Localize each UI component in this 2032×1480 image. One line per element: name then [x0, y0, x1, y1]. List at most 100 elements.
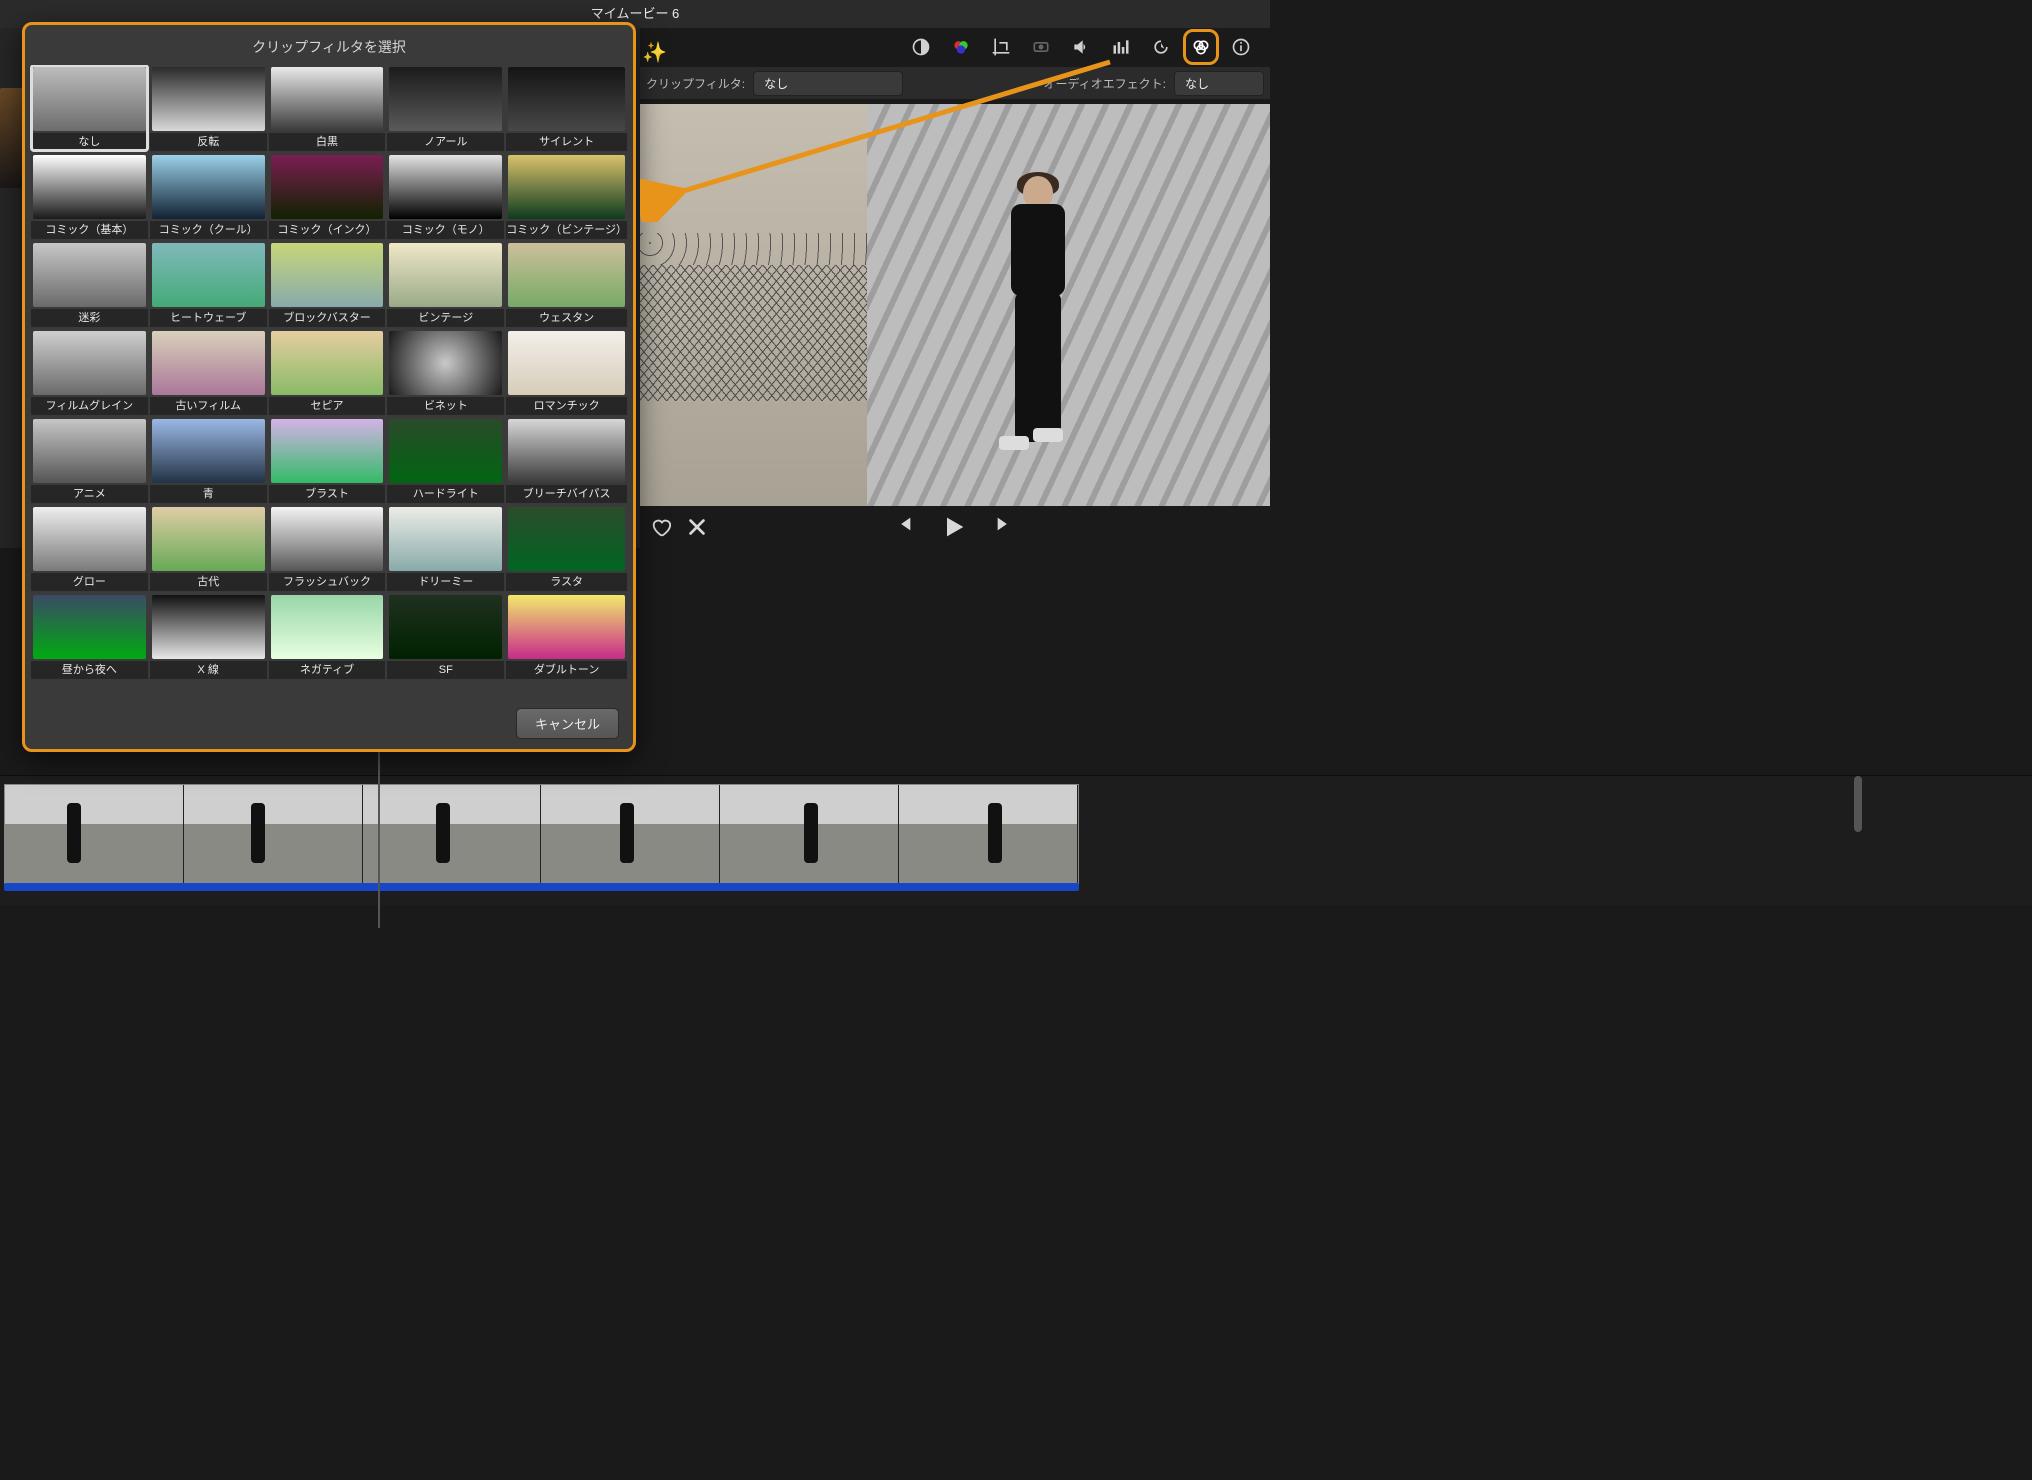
- filter-label: 古代: [150, 573, 267, 591]
- timeline-clip[interactable]: [4, 784, 1079, 884]
- filter-ラスタ[interactable]: ラスタ: [506, 505, 627, 591]
- filter-thumb: [389, 155, 502, 219]
- filter-セピア[interactable]: セピア: [269, 329, 386, 415]
- magic-wand-icon[interactable]: ✨: [642, 40, 667, 65]
- filter-フラッシュバック[interactable]: フラッシュバック: [269, 505, 386, 591]
- filter-ハードライト[interactable]: ハードライト: [387, 417, 504, 503]
- filter-label: コミック（クール）: [150, 221, 267, 239]
- inspector-values-row: クリップフィルタ: なし オーディオエフェクト: なし: [640, 66, 1270, 100]
- filter-古いフィルム[interactable]: 古いフィルム: [150, 329, 267, 415]
- timeline[interactable]: [0, 775, 2032, 905]
- filter-thumb: [389, 67, 502, 131]
- filter-ウェスタン[interactable]: ウェスタン: [506, 241, 627, 327]
- filter-反転[interactable]: 反転: [150, 65, 267, 151]
- popover-title: クリップフィルタを選択: [25, 25, 633, 65]
- filter-コミック（ビンテージ）[interactable]: コミック（ビンテージ）: [506, 153, 627, 239]
- filter-thumb: [152, 67, 265, 131]
- filter-label: ブロックバスター: [269, 309, 386, 327]
- filter-コミック（基本）[interactable]: コミック（基本）: [31, 153, 148, 239]
- filter-昼から夜へ[interactable]: 昼から夜へ: [31, 593, 148, 679]
- prev-frame-icon[interactable]: [892, 513, 914, 535]
- play-icon[interactable]: [940, 513, 968, 541]
- filter-label: ビネット: [387, 397, 504, 415]
- filter-label: コミック（モノ）: [387, 221, 504, 239]
- inspector-toolbar: [640, 28, 1270, 66]
- filter-サイレント[interactable]: サイレント: [506, 65, 627, 151]
- filter-label: フラッシュバック: [269, 573, 386, 591]
- filter-青[interactable]: 青: [150, 417, 267, 503]
- filter-grid: なし反転白黒ノアールサイレントコミック（基本）コミック（クール）コミック（インク…: [25, 65, 633, 698]
- favorite-icon[interactable]: [650, 516, 672, 538]
- filter-thumb: [389, 419, 502, 483]
- speed-icon[interactable]: [1150, 36, 1172, 58]
- timeline-scroll-thumb[interactable]: [1854, 776, 1862, 832]
- filter-thumb: [508, 155, 625, 219]
- reject-icon[interactable]: [686, 516, 708, 538]
- filter-フィルムグレイン[interactable]: フィルムグレイン: [31, 329, 148, 415]
- filter-白黒[interactable]: 白黒: [269, 65, 386, 151]
- preview-viewer[interactable]: [640, 104, 1270, 506]
- clip-filter-icon[interactable]: [1190, 36, 1212, 58]
- filter-label: ノアール: [387, 133, 504, 151]
- equalizer-icon[interactable]: [1110, 36, 1132, 58]
- filter-ブラスト[interactable]: ブラスト: [269, 417, 386, 503]
- preview-frame: [640, 104, 1270, 506]
- filter-thumb: [33, 155, 146, 219]
- filter-ダブルトーン[interactable]: ダブルトーン: [506, 593, 627, 679]
- color-correction-icon[interactable]: [950, 36, 972, 58]
- filter-ドリーミー[interactable]: ドリーミー: [387, 505, 504, 591]
- stabilize-icon[interactable]: [1030, 36, 1052, 58]
- filter-label: サイレント: [506, 133, 627, 151]
- color-balance-icon[interactable]: [910, 36, 932, 58]
- timeline-frame: [5, 785, 184, 883]
- filter-ブリーチバイパス[interactable]: ブリーチバイパス: [506, 417, 627, 503]
- crop-icon[interactable]: [990, 36, 1012, 58]
- filter-thumb: [271, 507, 384, 571]
- filter-コミック（インク）[interactable]: コミック（インク）: [269, 153, 386, 239]
- info-icon[interactable]: [1230, 36, 1252, 58]
- filter-ノアール[interactable]: ノアール: [387, 65, 504, 151]
- filter-label: ブラスト: [269, 485, 386, 503]
- filter-ネガティブ[interactable]: ネガティブ: [269, 593, 386, 679]
- filter-label: X 線: [150, 661, 267, 679]
- filter-thumb: [508, 243, 625, 307]
- filter-コミック（モノ）[interactable]: コミック（モノ）: [387, 153, 504, 239]
- filter-X 線[interactable]: X 線: [150, 593, 267, 679]
- filter-ヒートウェーブ[interactable]: ヒートウェーブ: [150, 241, 267, 327]
- filter-thumb: [389, 331, 502, 395]
- filter-thumb: [33, 595, 146, 659]
- filter-ブロックバスター[interactable]: ブロックバスター: [269, 241, 386, 327]
- filter-thumb: [33, 419, 146, 483]
- filter-thumb: [33, 243, 146, 307]
- filter-アニメ[interactable]: アニメ: [31, 417, 148, 503]
- playhead[interactable]: [378, 748, 380, 928]
- audio-effect-dropdown[interactable]: なし: [1174, 71, 1264, 96]
- filter-コミック（クール）[interactable]: コミック（クール）: [150, 153, 267, 239]
- filter-label: コミック（インク）: [269, 221, 386, 239]
- filter-label: コミック（ビンテージ）: [506, 221, 627, 239]
- cancel-button[interactable]: キャンセル: [516, 708, 619, 739]
- filter-迷彩[interactable]: 迷彩: [31, 241, 148, 327]
- filter-label: ウェスタン: [506, 309, 627, 327]
- filter-ロマンチック[interactable]: ロマンチック: [506, 329, 627, 415]
- volume-icon[interactable]: [1070, 36, 1092, 58]
- filter-thumb: [152, 331, 265, 395]
- filter-label: ブリーチバイパス: [506, 485, 627, 503]
- next-frame-icon[interactable]: [994, 513, 1016, 535]
- filter-thumb: [152, 507, 265, 571]
- filter-グロー[interactable]: グロー: [31, 505, 148, 591]
- timeline-selection-bar[interactable]: [4, 883, 1079, 891]
- filter-ビンテージ[interactable]: ビンテージ: [387, 241, 504, 327]
- clip-filter-dropdown[interactable]: なし: [753, 71, 903, 96]
- filter-SF[interactable]: SF: [387, 593, 504, 679]
- filter-なし[interactable]: なし: [31, 65, 148, 151]
- filter-thumb: [271, 67, 384, 131]
- filter-thumb: [508, 331, 625, 395]
- filter-thumb: [271, 595, 384, 659]
- filter-thumb: [508, 419, 625, 483]
- filter-thumb: [389, 595, 502, 659]
- filter-古代[interactable]: 古代: [150, 505, 267, 591]
- filter-ビネット[interactable]: ビネット: [387, 329, 504, 415]
- filter-thumb: [152, 243, 265, 307]
- filter-label: コミック（基本）: [31, 221, 148, 239]
